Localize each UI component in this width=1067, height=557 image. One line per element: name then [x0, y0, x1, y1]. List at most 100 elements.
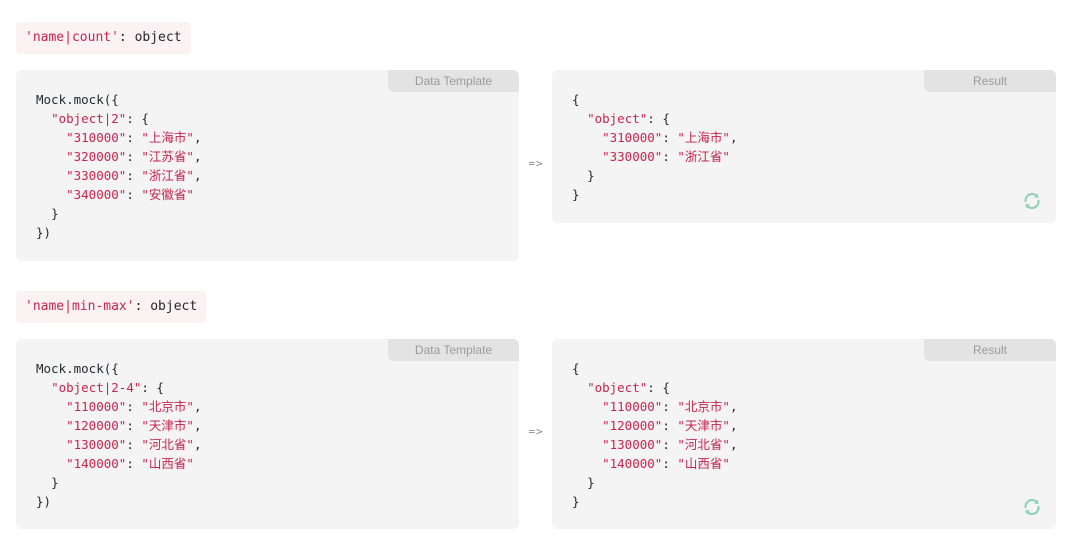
code-value: "上海市"	[141, 130, 194, 145]
code-line: }	[36, 473, 201, 492]
code-punct: :	[126, 399, 142, 414]
code-line: "object": {	[572, 378, 737, 397]
data-template-code: Mock.mock({ "object|2-4": { "110000": "北…	[36, 359, 201, 511]
code-punct: ,	[729, 418, 738, 433]
result-code: { "object": { "310000": "上海市", "330000":…	[572, 90, 737, 204]
code-value: "河北省"	[677, 437, 730, 452]
code-value: "浙江省"	[677, 149, 730, 164]
code-key: "object|2-4"	[51, 380, 142, 395]
code-punct: ,	[193, 149, 202, 164]
transform-arrow: =>	[528, 425, 544, 438]
code-punct: :	[126, 149, 142, 164]
code-line: })	[36, 223, 201, 242]
code-line: "110000": "北京市",	[36, 397, 201, 416]
code-key: "object"	[587, 380, 648, 395]
code-key: "110000"	[66, 399, 127, 414]
code-punct: : {	[141, 380, 164, 395]
code-punct: : {	[647, 380, 670, 395]
code-line: "140000": "山西省"	[572, 454, 737, 473]
rule-badge-type: object	[134, 30, 182, 45]
code-line: }	[572, 185, 737, 204]
code-line: {	[572, 359, 737, 378]
code-text: })	[36, 494, 52, 509]
code-text: }	[51, 206, 59, 221]
code-value: "江苏省"	[141, 149, 194, 164]
code-key: "140000"	[66, 456, 127, 471]
code-line: "130000": "河北省",	[36, 435, 201, 454]
code-key: "110000"	[602, 399, 663, 414]
rule-badge-type: object	[150, 299, 198, 314]
code-punct: :	[662, 418, 678, 433]
code-punct: :	[662, 437, 678, 452]
code-punct: :	[662, 456, 678, 471]
code-line: "310000": "上海市",	[572, 128, 737, 147]
code-punct: ,	[193, 437, 202, 452]
code-line: }	[36, 204, 201, 223]
code-text: Mock.mock({	[36, 361, 119, 376]
code-value: "河北省"	[141, 437, 194, 452]
code-punct: :	[126, 187, 142, 202]
refresh-icon[interactable]	[1022, 497, 1042, 517]
code-line: "object": {	[572, 109, 737, 128]
code-text: }	[572, 494, 580, 509]
code-punct: :	[662, 130, 678, 145]
code-key: "310000"	[602, 130, 663, 145]
data-template-tab: Data Template	[388, 70, 519, 92]
code-line: "340000": "安徽省"	[36, 185, 201, 204]
code-line: "330000": "浙江省",	[36, 166, 201, 185]
code-line: }	[572, 473, 737, 492]
transform-arrow: =>	[528, 157, 544, 170]
code-value: "山西省"	[677, 456, 730, 471]
code-value: "北京市"	[141, 399, 194, 414]
code-text: }	[51, 475, 59, 490]
data-template-code: Mock.mock({ "object|2": { "310000": "上海市…	[36, 90, 201, 242]
code-line: {	[572, 90, 737, 109]
code-line: Mock.mock({	[36, 90, 201, 109]
code-line: "120000": "天津市",	[36, 416, 201, 435]
code-line: "130000": "河北省",	[572, 435, 737, 454]
code-punct: ,	[193, 130, 202, 145]
code-line: "320000": "江苏省",	[36, 147, 201, 166]
code-line: "120000": "天津市",	[572, 416, 737, 435]
code-value: "浙江省"	[141, 168, 194, 183]
code-punct: ,	[193, 399, 202, 414]
result-tab: Result	[924, 70, 1056, 92]
result-panel: Result { "object": { "110000": "北京市", "1…	[552, 339, 1056, 529]
code-key: "140000"	[602, 456, 663, 471]
code-value: "天津市"	[141, 418, 194, 433]
code-key: "120000"	[602, 418, 663, 433]
code-line: })	[36, 492, 201, 511]
code-key: "330000"	[602, 149, 663, 164]
code-punct: :	[126, 418, 142, 433]
rule-badge-sep: :	[134, 299, 151, 314]
code-punct: :	[126, 130, 142, 145]
code-value: "天津市"	[677, 418, 730, 433]
code-line: }	[572, 166, 737, 185]
refresh-icon[interactable]	[1022, 191, 1042, 211]
code-line: "object|2": {	[36, 109, 201, 128]
code-punct: ,	[729, 399, 738, 414]
rule-badge: 'name|count': object	[16, 22, 191, 54]
code-punct: : {	[647, 111, 670, 126]
code-punct: ,	[729, 130, 738, 145]
code-value: "上海市"	[677, 130, 730, 145]
code-key: "310000"	[66, 130, 127, 145]
code-key: "330000"	[66, 168, 127, 183]
rule-badge-key: 'name|count'	[25, 30, 119, 45]
code-punct: :	[126, 456, 142, 471]
code-line: "330000": "浙江省"	[572, 147, 737, 166]
code-line: Mock.mock({	[36, 359, 201, 378]
code-punct: ,	[193, 168, 202, 183]
code-key: "object|2"	[51, 111, 127, 126]
code-key: "120000"	[66, 418, 127, 433]
code-key: "130000"	[66, 437, 127, 452]
code-key: "object"	[587, 111, 648, 126]
data-template-tab: Data Template	[388, 339, 519, 361]
code-value: "安徽省"	[141, 187, 194, 202]
code-text: }	[572, 187, 580, 202]
result-panel: Result { "object": { "310000": "上海市", "3…	[552, 70, 1056, 223]
code-text: })	[36, 225, 52, 240]
code-punct: :	[662, 149, 678, 164]
code-text: {	[572, 361, 580, 376]
code-punct: :	[662, 399, 678, 414]
